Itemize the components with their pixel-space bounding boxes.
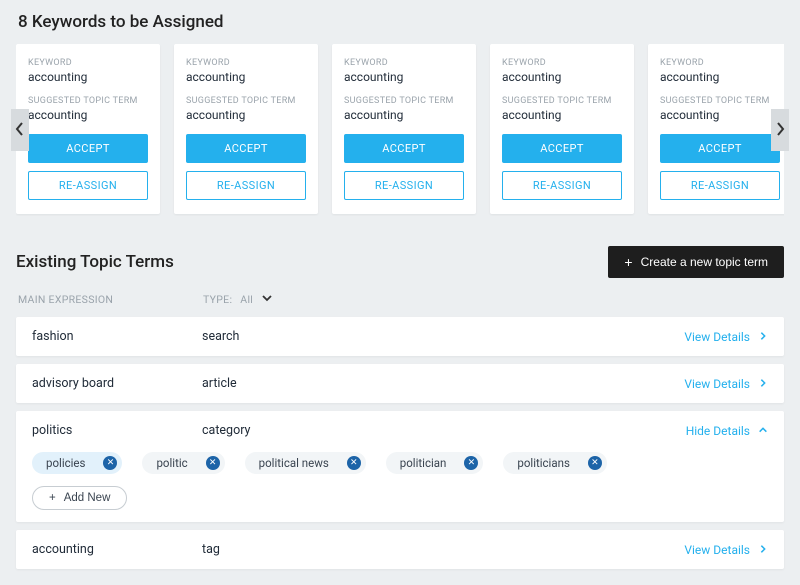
keyword-card: KEYWORD accounting SUGGESTED TOPIC TERM acc…: [174, 44, 318, 214]
view-details-link[interactable]: View Details: [684, 377, 768, 391]
keyword-card: KEYWORD accounting SUGGESTED TOPIC TERM acc…: [490, 44, 634, 214]
chip-remove-icon[interactable]: ✕: [206, 456, 220, 470]
row-type: category: [202, 423, 686, 438]
topic-term-row: fashionsearchView Details: [16, 317, 784, 356]
reassign-button[interactable]: RE-ASSIGN: [186, 171, 306, 200]
keyword-label: KEYWORD: [502, 58, 622, 68]
chevron-up-icon: [758, 424, 768, 438]
topic-term-row: politicscategoryHide Detailspolicies✕pol…: [16, 411, 784, 522]
suggested-topic-value: accounting: [186, 108, 306, 122]
table-header: MAIN EXPRESSION TYPE: All: [18, 292, 784, 307]
chevron-right-icon: [758, 543, 768, 557]
accept-button[interactable]: ACCEPT: [502, 134, 622, 163]
keywords-to-assign-title: 8 Keywords to be Assigned: [18, 12, 784, 32]
chevron-right-icon: [775, 122, 785, 139]
chip-label: politician: [400, 456, 447, 470]
keyword-value: accounting: [28, 70, 148, 84]
chevron-right-icon: [758, 330, 768, 344]
row-main-expression: fashion: [32, 329, 202, 344]
column-main-expression: MAIN EXPRESSION: [18, 293, 203, 306]
row-main-expression: accounting: [32, 542, 202, 557]
keyword-card: KEYWORD accounting SUGGESTED TOPIC TERM acc…: [332, 44, 476, 214]
topic-chip[interactable]: politicians ✕: [503, 452, 607, 474]
chip-remove-icon[interactable]: ✕: [347, 456, 361, 470]
keyword-label: KEYWORD: [186, 58, 306, 68]
reassign-button[interactable]: RE-ASSIGN: [28, 171, 148, 200]
chevron-right-icon: [758, 377, 768, 391]
carousel-prev-button[interactable]: [11, 109, 29, 151]
view-details-link[interactable]: View Details: [684, 543, 768, 557]
carousel-next-button[interactable]: [771, 109, 789, 151]
suggested-topic-value: accounting: [28, 108, 148, 122]
type-value: All: [240, 293, 253, 306]
suggested-topic-label: SUGGESTED TOPIC TERM: [660, 96, 780, 106]
row-main-expression: politics: [32, 423, 202, 438]
hide-details-link[interactable]: Hide Details: [686, 424, 768, 438]
suggested-topic-label: SUGGESTED TOPIC TERM: [502, 96, 622, 106]
details-link-label: View Details: [684, 543, 750, 557]
row-type: search: [202, 329, 684, 344]
topic-term-row: accountingtagView Details: [16, 530, 784, 569]
keyword-value: accounting: [502, 70, 622, 84]
topic-chip[interactable]: policies ✕: [32, 452, 122, 474]
keyword-label: KEYWORD: [28, 58, 148, 68]
chevron-down-icon: [261, 292, 273, 307]
topic-chip[interactable]: political news ✕: [245, 452, 366, 474]
create-topic-term-button[interactable]: + Create a new topic term: [608, 246, 784, 278]
keyword-value: accounting: [660, 70, 780, 84]
accept-button[interactable]: ACCEPT: [186, 134, 306, 163]
topic-chip[interactable]: politician ✕: [386, 452, 484, 474]
details-link-label: View Details: [684, 377, 750, 391]
suggested-topic-label: SUGGESTED TOPIC TERM: [186, 96, 306, 106]
keyword-carousel: KEYWORD accounting SUGGESTED TOPIC TERM acc…: [16, 44, 784, 216]
suggested-topic-value: accounting: [344, 108, 464, 122]
chip-remove-icon[interactable]: ✕: [588, 456, 602, 470]
details-link-label: Hide Details: [686, 424, 750, 438]
keyword-card: KEYWORD accounting SUGGESTED TOPIC TERM acc…: [16, 44, 160, 214]
chip-label: politic: [156, 456, 187, 470]
chip-remove-icon[interactable]: ✕: [103, 456, 117, 470]
keyword-label: KEYWORD: [344, 58, 464, 68]
chip-label: political news: [259, 456, 329, 470]
type-prefix: TYPE:: [203, 293, 232, 306]
chip-label: policies: [46, 456, 85, 470]
suggested-topic-value: accounting: [502, 108, 622, 122]
details-link-label: View Details: [684, 330, 750, 344]
create-topic-term-label: Create a new topic term: [641, 255, 768, 269]
keyword-label: KEYWORD: [660, 58, 780, 68]
row-type: article: [202, 376, 684, 391]
add-new-label: Add New: [64, 492, 111, 504]
suggested-topic-label: SUGGESTED TOPIC TERM: [28, 96, 148, 106]
reassign-button[interactable]: RE-ASSIGN: [344, 171, 464, 200]
row-type: tag: [202, 542, 684, 557]
reassign-button[interactable]: RE-ASSIGN: [502, 171, 622, 200]
chip-remove-icon[interactable]: ✕: [464, 456, 478, 470]
keyword-value: accounting: [344, 70, 464, 84]
accept-button[interactable]: ACCEPT: [344, 134, 464, 163]
existing-topic-terms-title: Existing Topic Terms: [16, 252, 174, 272]
accept-button[interactable]: ACCEPT: [28, 134, 148, 163]
plus-icon: +: [624, 255, 632, 269]
reassign-button[interactable]: RE-ASSIGN: [660, 171, 780, 200]
topic-term-row: advisory boardarticleView Details: [16, 364, 784, 403]
accept-button[interactable]: ACCEPT: [660, 134, 780, 163]
suggested-topic-value: accounting: [660, 108, 780, 122]
row-main-expression: advisory board: [32, 376, 202, 391]
plus-icon: +: [49, 492, 56, 504]
keyword-value: accounting: [186, 70, 306, 84]
chip-label: politicians: [517, 456, 570, 470]
suggested-topic-label: SUGGESTED TOPIC TERM: [344, 96, 464, 106]
chips-row: policies✕politic✕political news✕politici…: [32, 452, 768, 474]
topic-chip[interactable]: politic ✕: [142, 452, 224, 474]
keyword-card: KEYWORD accounting SUGGESTED TOPIC TERM acc…: [648, 44, 784, 214]
chevron-left-icon: [15, 122, 25, 139]
view-details-link[interactable]: View Details: [684, 330, 768, 344]
column-type-filter[interactable]: TYPE: All: [203, 292, 273, 307]
add-new-chip-button[interactable]: + Add New: [32, 486, 127, 510]
